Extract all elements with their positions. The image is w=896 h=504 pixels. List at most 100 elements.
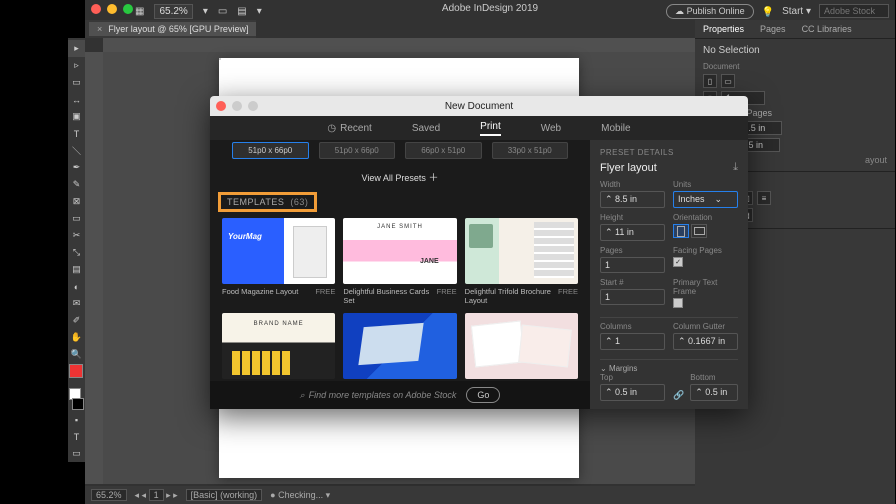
template-card[interactable]: Delightful Business Cards SetFREE xyxy=(343,218,456,305)
type-tool-icon[interactable]: T xyxy=(68,125,85,142)
template-card[interactable] xyxy=(343,313,456,382)
template-name: Food Magazine Layout xyxy=(222,287,298,296)
status-errors[interactable]: ● Checking... ▾ xyxy=(270,490,330,501)
formatting-container-icon[interactable]: T xyxy=(68,428,85,445)
template-card[interactable]: Delightful Trifold Brochure LayoutFREE xyxy=(465,218,578,305)
template-card[interactable]: Food Magazine Layout FREE xyxy=(222,218,335,305)
zoom-select[interactable]: 65.2% xyxy=(154,4,192,19)
search-stock-input[interactable] xyxy=(819,4,889,18)
workspace-switcher[interactable]: Start ▾ xyxy=(782,6,811,17)
apply-color-icon[interactable]: ▪ xyxy=(68,411,85,428)
status-page-nav[interactable]: ◂ ◂ 1 ▸ ▸ xyxy=(135,490,178,501)
gutter-label: Column Gutter xyxy=(673,322,738,331)
template-price: FREE xyxy=(558,287,578,305)
template-card[interactable] xyxy=(465,313,578,382)
save-preset-icon[interactable]: ⤓ xyxy=(733,161,738,174)
columns-input[interactable]: ⌃ 1 xyxy=(600,333,665,350)
maximize-window-icon[interactable] xyxy=(123,4,133,14)
preset-chip[interactable]: 51p0 x 66p0 xyxy=(319,142,396,159)
page-tool-icon[interactable]: ▭ xyxy=(68,74,85,91)
gpu-icon[interactable]: ▾ xyxy=(257,6,262,17)
arrange-icon[interactable]: ▤ xyxy=(237,6,246,17)
height-input[interactable]: ⌃ 11 in xyxy=(600,224,665,241)
start-number-input[interactable]: 1 xyxy=(600,289,665,305)
go-button[interactable]: Go xyxy=(466,387,500,403)
letter-preset-icon[interactable]: ▯ xyxy=(703,74,717,88)
close-tab-icon[interactable]: × xyxy=(97,24,102,34)
facing-pages-label: Facing Pages xyxy=(673,246,738,255)
dialog-templates-pane: 51p0 x 66p0 51p0 x 66p0 66p0 x 51p0 33p0… xyxy=(210,140,590,409)
direct-selection-tool-icon[interactable]: ▹ xyxy=(68,57,85,74)
template-card[interactable] xyxy=(222,313,335,382)
dialog-category-tabs: Recent Saved Print Web Mobile xyxy=(210,116,748,140)
publish-online-button[interactable]: Publish Online xyxy=(666,4,754,19)
pencil-tool-icon[interactable]: ✎ xyxy=(68,176,85,193)
mobile-tab[interactable]: Mobile xyxy=(601,123,630,134)
margin-bottom-label: Bottom xyxy=(690,373,738,382)
view-options-icon[interactable]: ▾ xyxy=(203,6,208,17)
cloud-icon xyxy=(675,6,684,16)
new-document-dialog: New Document Recent Saved Print Web Mobi… xyxy=(210,96,748,409)
minimize-window-icon[interactable] xyxy=(107,4,117,14)
margin-bottom-input[interactable]: ⌃ 0.5 in xyxy=(690,384,738,401)
units-select[interactable]: Inches ⌄ xyxy=(673,191,738,208)
tools-panel: ▸ ▹ ▭ ↔ ▣ T ＼ ✒ ✎ ⊠ ▭ ✂ ⤡ ▤ ◐ ✉ ✐ ✋ 🔍 ▪ … xyxy=(68,38,85,462)
gap-tool-icon[interactable]: ↔ xyxy=(68,91,85,108)
hand-tool-icon[interactable]: ✋ xyxy=(68,329,85,346)
pen-tool-icon[interactable]: ✒ xyxy=(68,159,85,176)
pages-tab[interactable]: Pages xyxy=(752,20,794,38)
default-colors-icon[interactable] xyxy=(68,387,85,411)
content-collector-icon[interactable]: ▣ xyxy=(68,108,85,125)
document-tab[interactable]: × Flyer layout @ 65% [GPU Preview] xyxy=(89,22,256,36)
margins-disclosure[interactable]: Margins xyxy=(600,364,738,373)
print-tab[interactable]: Print xyxy=(480,121,501,136)
template-name: Delightful Business Cards Set xyxy=(343,287,436,305)
rectangle-tool-icon[interactable]: ▭ xyxy=(68,210,85,227)
pages-input[interactable]: 1 xyxy=(600,257,665,273)
baseline-icon[interactable]: ≡ xyxy=(757,191,771,205)
fill-stroke-swatch[interactable] xyxy=(68,363,85,387)
orientation-portrait-button[interactable] xyxy=(673,224,689,238)
zoom-tool-icon[interactable]: 🔍 xyxy=(68,346,85,363)
view-all-presets-button[interactable]: View All Presets ＋ xyxy=(210,165,590,192)
rectangle-frame-tool-icon[interactable]: ⊠ xyxy=(68,193,85,210)
gradient-feather-tool-icon[interactable]: ◐ xyxy=(68,278,85,295)
margin-top-input[interactable]: ⌃ 0.5 in xyxy=(600,384,665,401)
start-number-label: Start # xyxy=(600,278,665,287)
status-workspace[interactable]: [Basic] (working) xyxy=(186,489,263,501)
line-tool-icon[interactable]: ＼ xyxy=(68,142,85,159)
cc-libraries-tab[interactable]: CC Libraries xyxy=(794,20,860,38)
gutter-input[interactable]: ⌃ 0.1667 in xyxy=(673,333,738,350)
width-input[interactable]: ⌃ 8.5 in xyxy=(600,191,665,208)
template-price: FREE xyxy=(315,287,335,296)
preset-chip[interactable]: 66p0 x 51p0 xyxy=(405,142,482,159)
facing-pages-checkbox[interactable] xyxy=(673,257,683,267)
status-zoom[interactable]: 65.2% xyxy=(91,489,127,501)
note-tool-icon[interactable]: ✉ xyxy=(68,295,85,312)
recent-tab[interactable]: Recent xyxy=(327,123,371,134)
selection-tool-icon[interactable]: ▸ xyxy=(68,40,85,57)
saved-tab[interactable]: Saved xyxy=(412,123,440,134)
properties-tab[interactable]: Properties xyxy=(695,20,752,38)
preset-details-header: PRESET DETAILS xyxy=(600,148,738,157)
dialog-zoom-icon xyxy=(248,101,258,111)
dialog-close-icon[interactable] xyxy=(216,101,226,111)
help-icon[interactable] xyxy=(762,2,774,20)
screen-mode-tool-icon[interactable]: ▭ xyxy=(68,445,85,462)
screen-mode-icon[interactable]: ▭ xyxy=(218,6,227,17)
preset-chip[interactable]: 33p0 x 51p0 xyxy=(492,142,569,159)
close-window-icon[interactable] xyxy=(91,4,101,14)
primary-text-frame-checkbox[interactable] xyxy=(673,298,683,308)
link-margins-icon[interactable]: 🔗 xyxy=(673,390,684,401)
bridge-icon[interactable]: ▦ xyxy=(135,6,144,17)
preset-chip[interactable]: 51p0 x 66p0 xyxy=(232,142,309,159)
status-bar: 65.2% ◂ ◂ 1 ▸ ▸ [Basic] (working) ● Chec… xyxy=(85,486,895,504)
web-tab[interactable]: Web xyxy=(541,123,561,134)
orientation-landscape-icon[interactable]: ▭ xyxy=(721,74,735,88)
orientation-landscape-button[interactable] xyxy=(691,224,707,238)
free-transform-tool-icon[interactable]: ⤡ xyxy=(68,244,85,261)
scissors-tool-icon[interactable]: ✂ xyxy=(68,227,85,244)
gradient-swatch-tool-icon[interactable]: ▤ xyxy=(68,261,85,278)
eyedropper-tool-icon[interactable]: ✐ xyxy=(68,312,85,329)
blank-presets-row: 51p0 x 66p0 51p0 x 66p0 66p0 x 51p0 33p0… xyxy=(210,140,590,165)
